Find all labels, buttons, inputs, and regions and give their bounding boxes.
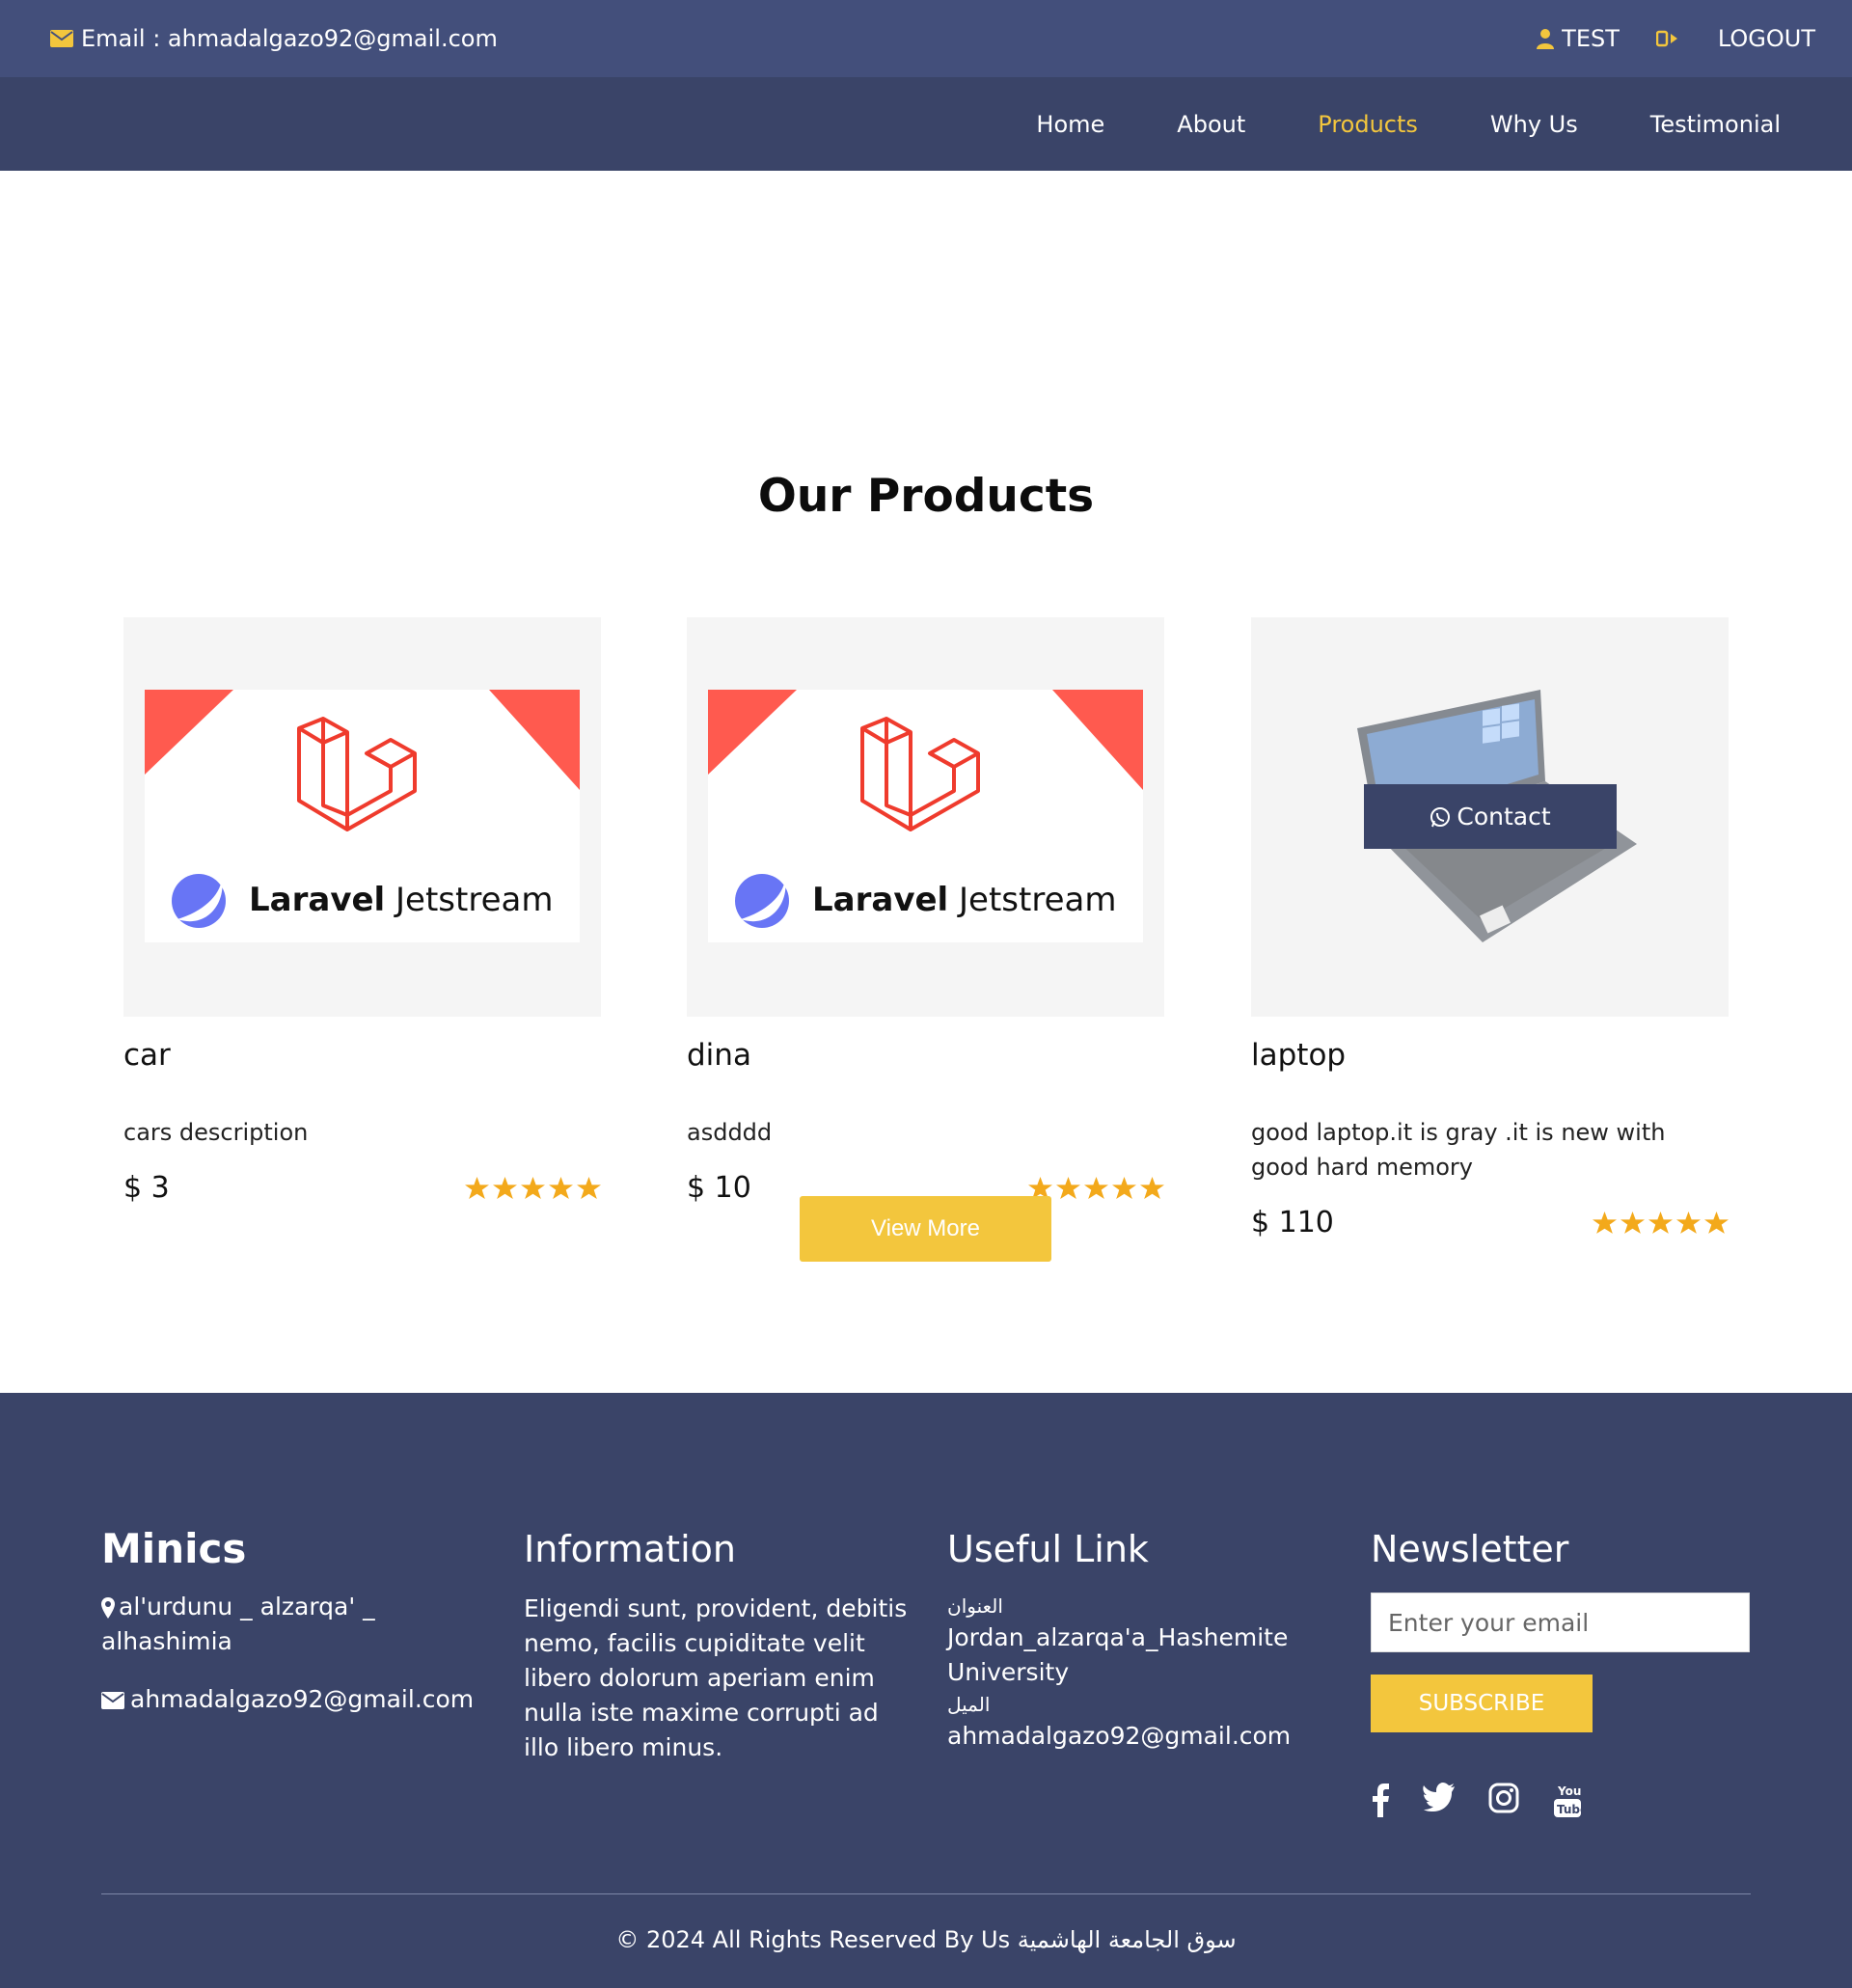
logout-label: LOGOUT	[1717, 25, 1815, 52]
footer: Minics al'urdunu _ alzarqa' _ alhashimia…	[0, 1393, 1852, 1988]
section-title: Our Products	[757, 470, 1095, 523]
products-section: Our Products Laravel Jetstream car cars …	[0, 171, 1852, 1393]
copyright: © 2024 All Rights Reserved By Us سوق الج…	[615, 1926, 1237, 1953]
view-more-button[interactable]: View More	[800, 1196, 1051, 1262]
footer-email[interactable]: ahmadalgazo92@gmail.com	[101, 1682, 487, 1717]
product-price: $ 110	[1251, 1206, 1334, 1239]
map-marker-icon	[101, 1597, 115, 1619]
address-link[interactable]: Jordan_alzarqa'a_Hashemite University	[947, 1620, 1333, 1690]
newsletter-email-input[interactable]	[1371, 1593, 1750, 1652]
rating-stars	[461, 1176, 601, 1200]
instagram-icon[interactable]	[1488, 1783, 1519, 1819]
user-icon	[1537, 28, 1555, 49]
star-icon	[1593, 1211, 1617, 1234]
information-text: Eligendi sunt, provident, debitis nemo, …	[524, 1594, 908, 1761]
star-icon	[1704, 1211, 1729, 1234]
star-icon	[577, 1176, 601, 1199]
subscribe-button[interactable]: SUBSCRIBE	[1371, 1675, 1593, 1732]
laravel-jetstream-logo: Laravel Jetstream	[708, 690, 1143, 942]
envelope-icon	[101, 1692, 124, 1709]
star-icon	[493, 1176, 517, 1199]
product-card-car: Laravel Jetstream car cars description $…	[123, 617, 601, 1205]
envelope-icon	[50, 30, 73, 47]
star-icon	[1140, 1176, 1164, 1199]
product-description: cars description	[123, 1119, 309, 1146]
nav-why-us[interactable]: Why Us	[1490, 111, 1578, 138]
star-icon	[1648, 1211, 1673, 1234]
contact-button[interactable]: Contact	[1364, 784, 1617, 849]
footer-information-column: Information Eligendi sunt, provident, de…	[524, 1526, 910, 1765]
product-name[interactable]: dina	[687, 1038, 1164, 1073]
footer-brand-column: Minics al'urdunu _ alzarqa' _ alhashimia…	[101, 1526, 487, 1717]
email-link[interactable]: ahmadalgazo92@gmail.com	[947, 1719, 1333, 1754]
main-nav: Home About Products Why Us Testimonial	[0, 77, 1852, 171]
product-image[interactable]: Contact	[1251, 617, 1729, 1017]
star-icon	[1056, 1176, 1080, 1199]
product-image[interactable]: Laravel Jetstream	[687, 617, 1164, 1017]
product-name[interactable]: laptop	[1251, 1038, 1729, 1073]
nav-products[interactable]: Products	[1318, 111, 1418, 138]
product-image[interactable]: Laravel Jetstream	[123, 617, 601, 1017]
product-price: $ 3	[123, 1171, 170, 1205]
footer-divider	[101, 1893, 1751, 1894]
sign-out-icon	[1655, 29, 1677, 48]
jetstream-wordmark: Laravel Jetstream	[812, 881, 1117, 919]
useful-link-title: Useful Link	[947, 1528, 1149, 1570]
star-icon	[1676, 1211, 1701, 1234]
product-card-laptop: Contact laptop good laptop.it is gray .i…	[1251, 617, 1729, 1239]
newsletter-title: Newsletter	[1371, 1528, 1569, 1570]
product-description: asdddd	[687, 1119, 773, 1146]
email-text: Email : ahmadalgazo92@gmail.com	[81, 25, 498, 52]
contact-email: Email : ahmadalgazo92@gmail.com	[50, 25, 498, 52]
information-title: Information	[524, 1528, 736, 1570]
product-description: good laptop.it is gray .it is new with g…	[1251, 1119, 1666, 1181]
star-icon	[1084, 1176, 1108, 1199]
nav-home[interactable]: Home	[1036, 111, 1104, 138]
social-links: You Tube	[1371, 1783, 1757, 1819]
email-label: الميل	[947, 1693, 991, 1716]
svg-text:You: You	[1557, 1784, 1581, 1798]
star-icon	[1620, 1211, 1645, 1234]
address-label: العنوان	[947, 1594, 1003, 1618]
user-menu[interactable]: TEST	[1537, 25, 1620, 52]
laravel-jetstream-logo: Laravel Jetstream	[145, 690, 580, 942]
facebook-icon[interactable]	[1371, 1783, 1390, 1819]
footer-brand: Minics	[101, 1525, 247, 1572]
twitter-icon[interactable]	[1423, 1783, 1456, 1819]
jetstream-wordmark: Laravel Jetstream	[249, 881, 554, 919]
star-icon	[549, 1176, 573, 1199]
logout-button[interactable]: LOGOUT	[1655, 25, 1815, 52]
star-icon	[1112, 1176, 1136, 1199]
footer-links-column: Useful Link العنوان Jordan_alzarqa'a_Has…	[947, 1526, 1333, 1754]
footer-address: al'urdunu _ alzarqa' _ alhashimia	[101, 1593, 375, 1655]
whatsapp-icon	[1430, 806, 1457, 828]
star-icon	[521, 1176, 545, 1199]
youtube-icon[interactable]: You Tube	[1552, 1783, 1583, 1819]
rating-stars	[1589, 1211, 1729, 1235]
user-name: TEST	[1562, 25, 1620, 52]
footer-newsletter-column: Newsletter SUBSCRIBE You Tube	[1371, 1526, 1757, 1819]
svg-text:Tube: Tube	[1557, 1803, 1583, 1816]
nav-testimonial[interactable]: Testimonial	[1650, 111, 1781, 138]
top-bar: Email : ahmadalgazo92@gmail.com TEST LOG…	[0, 0, 1852, 77]
nav-about[interactable]: About	[1177, 111, 1245, 138]
star-icon	[465, 1176, 489, 1199]
contact-label: Contact	[1457, 803, 1551, 831]
product-price: $ 10	[687, 1171, 751, 1205]
product-card-dina: Laravel Jetstream dina asdddd $ 10	[687, 617, 1164, 1205]
product-name[interactable]: car	[123, 1038, 601, 1073]
